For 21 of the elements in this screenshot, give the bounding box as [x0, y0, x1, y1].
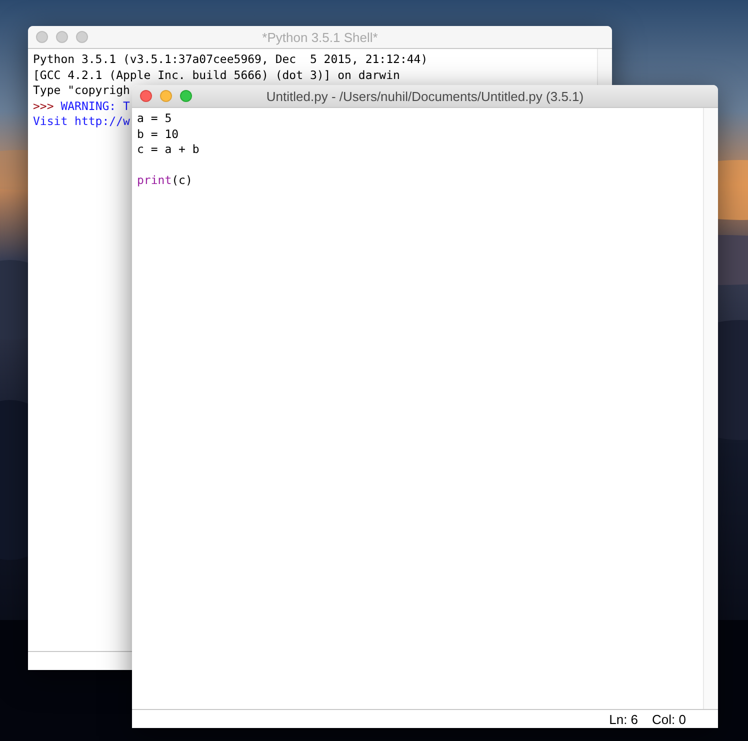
window-title: *Python 3.5.1 Shell* [261, 30, 379, 44]
window-title: Untitled.py - /Users/nuhil/Documents/Untitled.py (3.5.1) [265, 88, 585, 104]
minimize-button[interactable] [160, 90, 172, 102]
close-button[interactable] [140, 90, 152, 102]
zoom-button[interactable] [180, 90, 192, 102]
code-line: b = 10 [137, 126, 179, 141]
close-button[interactable] [36, 31, 48, 43]
shell-output-line: Type "copyrigh [33, 83, 130, 98]
scrollbar[interactable] [597, 49, 612, 85]
zoom-button[interactable] [76, 31, 88, 43]
column-number: Col: 0 [652, 712, 686, 726]
shell-output-line: Python 3.5.1 (v3.5.1:37a07cee5969, Dec 5 2015, 21:12:44) [33, 52, 428, 66]
shell-output-line: >>> WARNING: T [33, 98, 130, 113]
code-line: a = 5 [137, 111, 172, 125]
minimize-button[interactable] [56, 31, 68, 43]
line-number: Ln: 6 [609, 712, 638, 726]
code-line: c = a + b [137, 142, 200, 156]
shell-output-line: Visit http://w [33, 114, 130, 128]
scrollbar[interactable] [703, 108, 718, 709]
shell-output-line: [GCC 4.2.1 (Apple Inc. build 5666) (dot 3)] on darwin [33, 68, 400, 82]
code-line: print(c) [137, 173, 192, 188]
